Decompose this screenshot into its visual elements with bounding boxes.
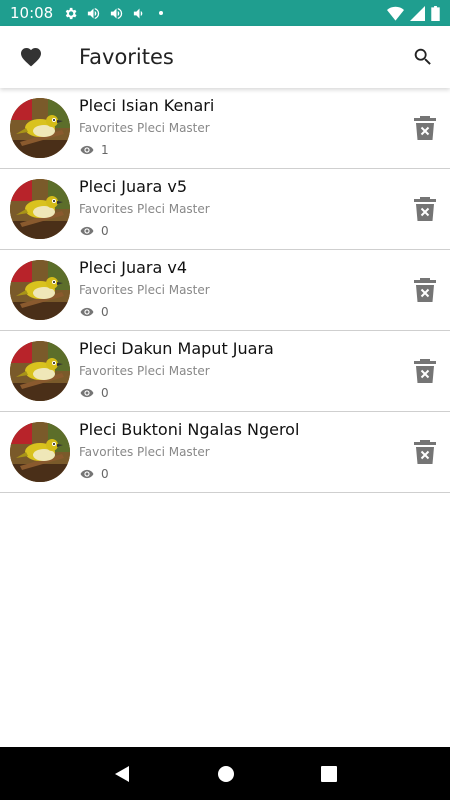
- eye-icon: [80, 145, 94, 155]
- bird-thumbnail: [10, 98, 70, 158]
- page-title: Favorites: [79, 45, 174, 69]
- delete-button[interactable]: [414, 440, 436, 464]
- nav-bar: [0, 747, 450, 800]
- status-bar: 10:08: [0, 0, 450, 26]
- item-subtitle: Favorites Pleci Master: [79, 283, 210, 297]
- status-time: 10:08: [10, 4, 54, 22]
- list-item[interactable]: Pleci Dakun Maput Juara Favorites Pleci …: [0, 331, 450, 412]
- back-icon[interactable]: [113, 765, 131, 783]
- trash-icon: [414, 440, 436, 464]
- bird-thumbnail: [10, 341, 70, 401]
- delete-button[interactable]: [414, 278, 436, 302]
- app-bar: Favorites: [0, 26, 450, 88]
- view-count-value: 0: [101, 305, 109, 319]
- volume-icon: [88, 7, 100, 19]
- view-count-value: 0: [101, 386, 109, 400]
- item-title: Pleci Buktoni Ngalas Ngerol: [79, 420, 300, 439]
- item-subtitle: Favorites Pleci Master: [79, 121, 210, 135]
- delete-button[interactable]: [414, 116, 436, 140]
- view-count: 0: [80, 467, 109, 481]
- item-title: Pleci Juara v5: [79, 177, 188, 196]
- signal-icon: [410, 5, 425, 21]
- eye-icon: [80, 307, 94, 317]
- item-subtitle: Favorites Pleci Master: [79, 202, 210, 216]
- trash-icon: [414, 278, 436, 302]
- trash-icon: [414, 116, 436, 140]
- status-icons-right: [387, 5, 440, 21]
- list-item[interactable]: Pleci Isian Kenari Favorites Pleci Maste…: [0, 88, 450, 169]
- bird-thumbnail: [10, 260, 70, 320]
- list-item[interactable]: Pleci Juara v5 Favorites Pleci Master 0: [0, 169, 450, 250]
- trash-icon: [414, 197, 436, 221]
- status-icons-left: [63, 6, 164, 21]
- view-count-value: 0: [101, 467, 109, 481]
- settings-icon: [65, 7, 77, 19]
- volume-icon: [111, 7, 123, 19]
- home-icon[interactable]: [217, 765, 235, 783]
- delete-button[interactable]: [414, 197, 436, 221]
- favorites-list: Pleci Isian Kenari Favorites Pleci Maste…: [0, 88, 450, 493]
- eye-icon: [80, 388, 94, 398]
- view-count-value: 1: [101, 143, 109, 157]
- item-subtitle: Favorites Pleci Master: [79, 364, 210, 378]
- item-title: Pleci Dakun Maput Juara: [79, 339, 274, 358]
- wifi-icon: [387, 6, 404, 21]
- view-count: 0: [80, 305, 109, 319]
- volume-icon: [134, 8, 143, 18]
- item-title: Pleci Isian Kenari: [79, 96, 215, 115]
- search-icon[interactable]: [412, 46, 434, 68]
- view-count-value: 0: [101, 224, 109, 238]
- eye-icon: [80, 469, 94, 479]
- bird-thumbnail: [10, 179, 70, 239]
- list-item[interactable]: Pleci Buktoni Ngalas Ngerol Favorites Pl…: [0, 412, 450, 493]
- trash-icon: [414, 359, 436, 383]
- heart-icon: [21, 48, 41, 67]
- dot-icon: [159, 11, 164, 15]
- eye-icon: [80, 226, 94, 236]
- view-count: 0: [80, 386, 109, 400]
- item-subtitle: Favorites Pleci Master: [79, 445, 210, 459]
- recents-icon[interactable]: [321, 765, 337, 782]
- delete-button[interactable]: [414, 359, 436, 383]
- bird-thumbnail: [10, 422, 70, 482]
- view-count: 0: [80, 224, 109, 238]
- item-title: Pleci Juara v4: [79, 258, 188, 277]
- battery-icon: [431, 5, 440, 21]
- list-item[interactable]: Pleci Juara v4 Favorites Pleci Master 0: [0, 250, 450, 331]
- view-count: 1: [80, 143, 109, 157]
